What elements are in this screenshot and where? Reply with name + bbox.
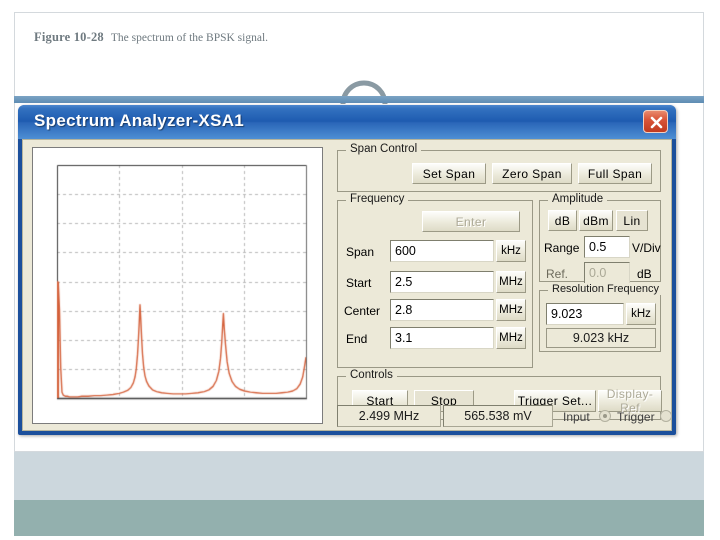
input-radio[interactable] xyxy=(599,410,611,422)
spectrum-analyzer-window: Spectrum Analyzer-XSA1 Span Control Set … xyxy=(18,105,676,435)
resolution-input[interactable]: 9.023 xyxy=(546,303,624,325)
trigger-radio-label: Trigger xyxy=(617,410,655,424)
status-frequency-readout: 2.499 MHz xyxy=(337,405,441,427)
end-field-label: End xyxy=(346,332,368,346)
zero-span-button[interactable]: Zero Span xyxy=(492,163,572,184)
start-input[interactable]: 2.5 xyxy=(390,271,494,293)
end-unit[interactable]: MHz xyxy=(496,327,526,349)
slide-footer-band xyxy=(14,500,704,536)
input-radio-label: Input xyxy=(563,410,590,424)
db-button[interactable]: dB xyxy=(548,210,577,231)
screenshot-root: Figure 10-28 The spectrum of the BPSK sig… xyxy=(0,0,720,540)
resolution-frequency-label: Resolution Frequency xyxy=(548,283,664,295)
spectrum-trace-canvas xyxy=(33,148,322,423)
range-label: Range xyxy=(544,241,580,255)
range-unit-label: V/Div xyxy=(632,241,661,255)
trigger-radio[interactable] xyxy=(660,410,672,422)
ref-unit-label: dB xyxy=(637,267,652,281)
span-control-label: Span Control xyxy=(346,143,422,155)
center-unit[interactable]: MHz xyxy=(496,299,526,321)
end-input[interactable]: 3.1 xyxy=(390,327,494,349)
full-span-button[interactable]: Full Span xyxy=(578,163,652,184)
resolution-readout: 9.023 kHz xyxy=(546,328,656,348)
slide-lower-panel xyxy=(14,452,704,500)
window-body: Span Control Set Span Zero Span Full Spa… xyxy=(22,139,672,431)
control-panel: Span Control Set Span Zero Span Full Spa… xyxy=(331,142,667,430)
figure-caption-text: The spectrum of the BPSK signal. xyxy=(110,32,269,44)
window-title: Spectrum Analyzer-XSA1 xyxy=(34,111,245,130)
close-icon xyxy=(650,116,663,129)
display-ref-button[interactable]: Display-Ref xyxy=(598,387,662,415)
ref-input[interactable]: 0.0 xyxy=(584,262,630,284)
start-field-label: Start xyxy=(346,276,372,290)
resolution-unit[interactable]: kHz xyxy=(626,303,656,325)
resolution-frequency-group: Resolution Frequency 9.023 kHz 9.023 kHz xyxy=(539,283,664,352)
frequency-label: Frequency xyxy=(346,193,409,205)
ref-label: Ref. xyxy=(546,267,569,281)
frequency-group: Frequency Enter Span 600 kHz Start 2.5 M… xyxy=(337,193,533,368)
span-field-label: Span xyxy=(346,245,375,259)
span-input[interactable]: 600 xyxy=(390,240,494,262)
spectrum-display[interactable] xyxy=(32,147,323,424)
lin-button[interactable]: Lin xyxy=(616,210,648,231)
amplitude-label: Amplitude xyxy=(548,193,608,205)
status-amplitude-readout: 565.538 mV xyxy=(443,405,553,427)
span-control-group: Span Control Set Span Zero Span Full Spa… xyxy=(337,143,661,192)
enter-button[interactable]: Enter xyxy=(422,211,520,232)
close-button[interactable] xyxy=(643,110,668,133)
window-titlebar[interactable]: Spectrum Analyzer-XSA1 xyxy=(18,105,676,139)
start-unit[interactable]: MHz xyxy=(496,271,526,293)
dbm-button[interactable]: dBm xyxy=(579,210,613,231)
center-field-label: Center xyxy=(344,304,381,318)
set-span-button[interactable]: Set Span xyxy=(412,163,486,184)
span-unit[interactable]: kHz xyxy=(496,240,526,262)
amplitude-group: Amplitude dB dBm Lin Range 0.5 V/Div Ref… xyxy=(539,193,661,284)
slide-accent-bar xyxy=(14,96,704,103)
figure-caption: Figure 10-28 The spectrum of the BPSK sig… xyxy=(34,28,268,46)
range-input[interactable]: 0.5 xyxy=(584,236,630,258)
controls-label: Controls xyxy=(346,369,397,381)
figure-number: Figure 10-28 xyxy=(34,30,104,44)
center-input[interactable]: 2.8 xyxy=(390,299,494,321)
